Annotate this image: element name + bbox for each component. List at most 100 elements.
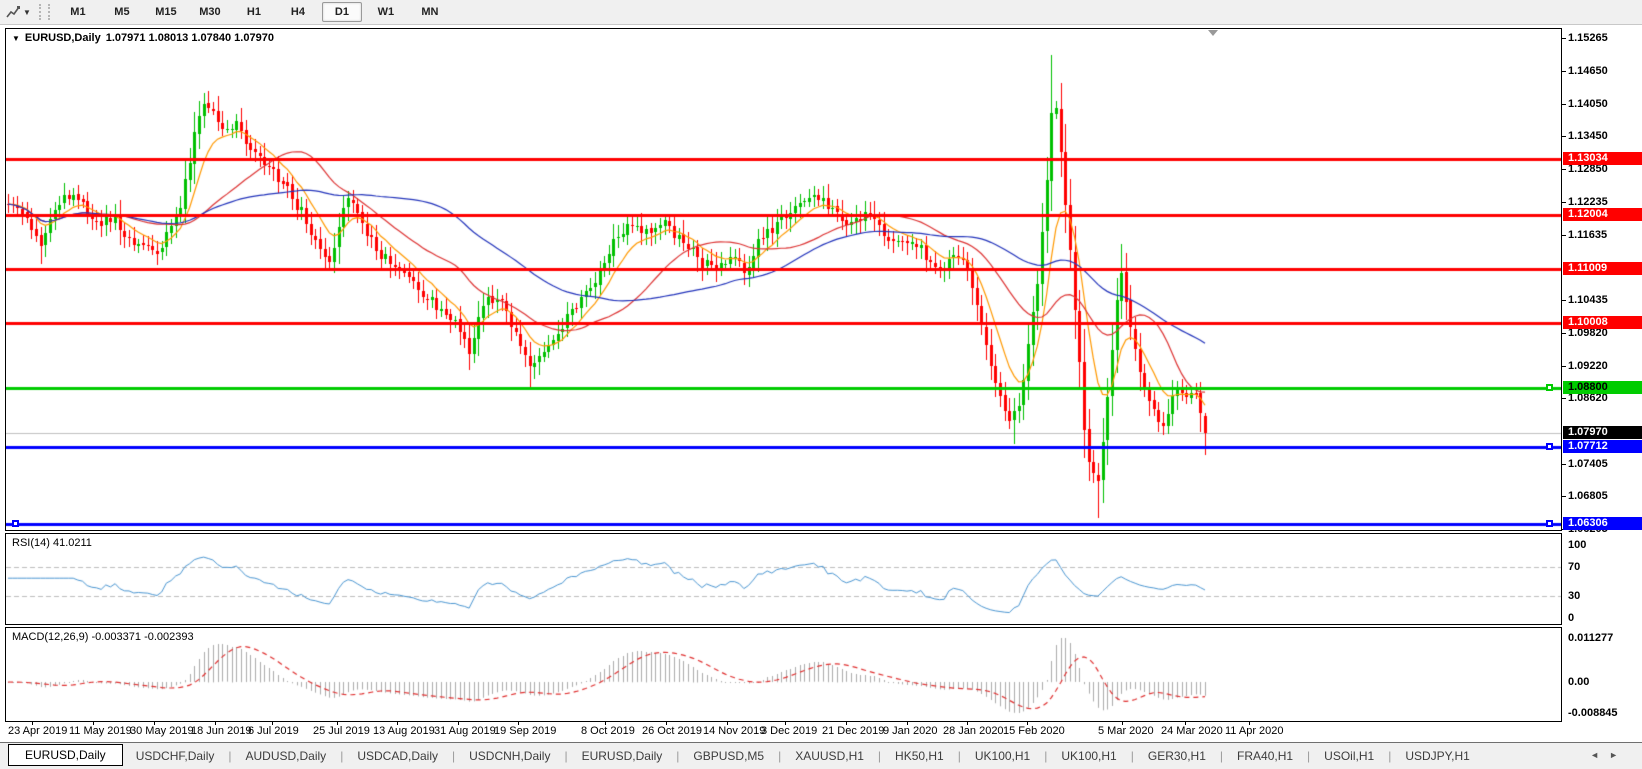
- timeframe-h4-button[interactable]: H4: [278, 2, 318, 22]
- level-badge-1.06306: 1.06306: [1563, 517, 1642, 530]
- level-badge-1.12004: 1.12004: [1563, 208, 1642, 221]
- tab-eurusd-daily[interactable]: EURUSD,Daily: [8, 744, 123, 766]
- tab-scroll-right-icon[interactable]: ►: [1609, 750, 1628, 760]
- date-tickmark: [272, 722, 273, 725]
- tab-usdjpy-h1[interactable]: USDJPY,H1: [1392, 746, 1482, 766]
- level-handle-right[interactable]: [1546, 443, 1553, 450]
- date-label: 14 Nov 2019: [703, 725, 765, 737]
- tab-scroll-arrows[interactable]: ◄►: [1590, 750, 1628, 760]
- price-axis-tickmark: [1562, 202, 1566, 203]
- date-tickmark: [397, 722, 398, 725]
- level-handle-right[interactable]: [1546, 384, 1553, 391]
- timeframe-m30-button[interactable]: M30: [190, 2, 230, 22]
- toolbar-dropdown-arrow[interactable]: ▼: [23, 8, 31, 17]
- date-label: 19 Sep 2019: [494, 725, 556, 737]
- price-axis-tick: 1.13450: [1568, 130, 1608, 142]
- tab-hk50-h1[interactable]: HK50,H1: [882, 746, 957, 766]
- tab-eurusd-daily[interactable]: EURUSD,Daily: [569, 746, 676, 766]
- date-label: 23 Apr 2019: [8, 725, 67, 737]
- date-axis[interactable]: 23 Apr 201911 May 201930 May 201918 Jun …: [5, 722, 1562, 740]
- mt4-terminal: { "toolbar": { "tool_icon": "chart-curso…: [0, 0, 1642, 768]
- price-axis-tick: 1.14050: [1568, 98, 1608, 110]
- price-axis-tick: 1.10435: [1568, 294, 1608, 306]
- date-tickmark: [666, 722, 667, 725]
- tab-ger30-h1[interactable]: GER30,H1: [1135, 746, 1219, 766]
- rsi-axis-tick: 70: [1568, 561, 1580, 573]
- top-toolbar: ▼ M1M5M15M30H1H4D1W1MN: [0, 0, 1642, 25]
- date-tickmark: [1185, 722, 1186, 725]
- date-tickmark: [846, 722, 847, 725]
- date-tickmark: [154, 722, 155, 725]
- timeframe-w1-button[interactable]: W1: [366, 2, 406, 22]
- tab-usdcad-daily[interactable]: USDCAD,Daily: [344, 746, 451, 766]
- price-axis-tickmark: [1562, 71, 1566, 72]
- rsi-label: RSI(14) 41.0211: [12, 537, 92, 549]
- tab-scroll-left-icon[interactable]: ◄: [1590, 750, 1609, 760]
- macd-axis-tick: 0.011277: [1568, 632, 1613, 644]
- price-axis-tickmark: [1562, 464, 1566, 465]
- date-tickmark: [337, 722, 338, 725]
- date-tickmark: [215, 722, 216, 725]
- timeframe-m15-button[interactable]: M15: [146, 2, 186, 22]
- date-label: 31 Aug 2019: [434, 725, 496, 737]
- price-axis-tick: 1.14650: [1568, 65, 1608, 77]
- tab-audusd-daily[interactable]: AUDUSD,Daily: [233, 746, 340, 766]
- date-label: 11 May 2019: [69, 725, 132, 737]
- timeframe-m5-button[interactable]: M5: [102, 2, 142, 22]
- main-chart-panel: ▼ EURUSD,Daily 1.07971 1.08013 1.07840 1…: [5, 28, 1562, 531]
- date-tickmark: [1122, 722, 1123, 725]
- timeframe-button-group: M1M5M15M30H1H4D1W1MN: [56, 2, 452, 22]
- date-tickmark: [1027, 722, 1028, 725]
- date-tickmark: [785, 722, 786, 725]
- chart-cursor-icon[interactable]: [3, 3, 23, 21]
- date-tickmark: [32, 722, 33, 725]
- date-label: 18 Jun 2019: [191, 725, 252, 737]
- price-axis[interactable]: 1.152651.146501.140501.134501.128501.122…: [1562, 0, 1642, 768]
- toolbar-grip[interactable]: [39, 4, 50, 20]
- chart-dropdown-triangle-icon[interactable]: ▼: [12, 34, 20, 43]
- macd-axis-tick: -0.008845: [1568, 707, 1618, 719]
- price-chart-canvas[interactable]: [6, 29, 1561, 530]
- tab-usdchf-daily[interactable]: USDCHF,Daily: [123, 746, 228, 766]
- tab-usoil-h1[interactable]: USOil,H1: [1311, 746, 1387, 766]
- price-axis-tickmark: [1562, 300, 1566, 301]
- macd-indicator-panel: MACD(12,26,9) -0.003371 -0.002393: [5, 627, 1562, 722]
- tab-usdcnh-daily[interactable]: USDCNH,Daily: [456, 746, 563, 766]
- date-label: 6 Jul 2019: [248, 725, 299, 737]
- level-badge-1.11009: 1.11009: [1563, 262, 1642, 275]
- date-label: 24 Mar 2020: [1161, 725, 1223, 737]
- chart-title: ▼ EURUSD,Daily 1.07971 1.08013 1.07840 1…: [12, 32, 274, 44]
- tab-uk100-h1[interactable]: UK100,H1: [962, 746, 1043, 766]
- date-label: 15 Feb 2020: [1003, 725, 1065, 737]
- rsi-axis-tick: 0: [1568, 612, 1574, 624]
- date-tickmark: [1249, 722, 1250, 725]
- level-handle-left[interactable]: [12, 520, 19, 527]
- timeframe-d1-button[interactable]: D1: [322, 2, 362, 22]
- rsi-chart-canvas[interactable]: [6, 534, 1561, 624]
- date-label: 26 Oct 2019: [642, 725, 702, 737]
- price-axis-tickmark: [1562, 333, 1566, 334]
- date-label: 13 Aug 2019: [373, 725, 435, 737]
- tab-gbpusd-m5[interactable]: GBPUSD,M5: [680, 746, 777, 766]
- timeframe-mn-button[interactable]: MN: [410, 2, 450, 22]
- tab-uk100-h1[interactable]: UK100,H1: [1048, 746, 1129, 766]
- date-tickmark: [967, 722, 968, 725]
- chart-shift-marker[interactable]: [1208, 30, 1218, 36]
- date-tickmark: [727, 722, 728, 725]
- timeframe-h1-button[interactable]: H1: [234, 2, 274, 22]
- date-tickmark: [518, 722, 519, 725]
- price-axis-tickmark: [1562, 398, 1566, 399]
- date-label: 21 Dec 2019: [822, 725, 884, 737]
- macd-chart-canvas[interactable]: [6, 628, 1561, 721]
- date-tickmark: [605, 722, 606, 725]
- timeframe-m1-button[interactable]: M1: [58, 2, 98, 22]
- price-axis-tick: 1.15265: [1568, 32, 1608, 44]
- chart-tab-bar: EURUSD,DailyUSDCHF,Daily|AUDUSD,Daily|US…: [0, 742, 1642, 769]
- tab-fra40-h1[interactable]: FRA40,H1: [1224, 746, 1306, 766]
- chart-ohlc-values: 1.07971 1.08013 1.07840 1.07970: [106, 32, 274, 44]
- level-badge-1.13034: 1.13034: [1563, 152, 1642, 165]
- tab-xauusd-h1[interactable]: XAUUSD,H1: [782, 746, 877, 766]
- level-handle-right[interactable]: [1546, 520, 1553, 527]
- price-axis-tick: 1.07405: [1568, 458, 1608, 470]
- price-axis-tickmark: [1562, 104, 1566, 105]
